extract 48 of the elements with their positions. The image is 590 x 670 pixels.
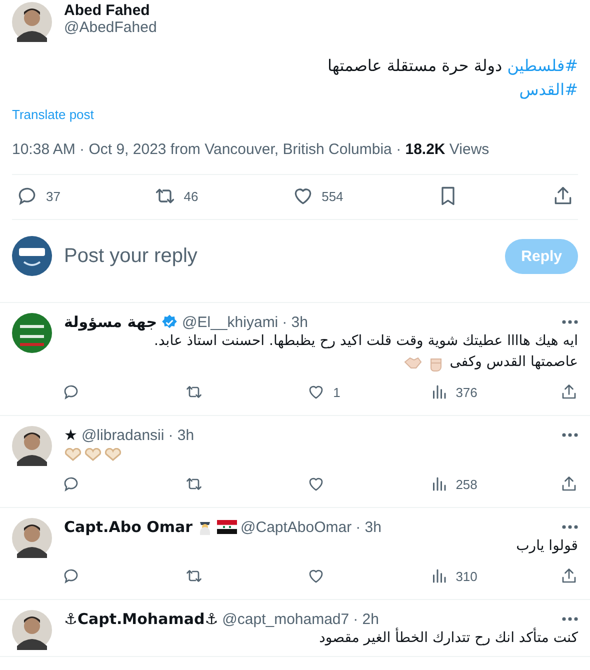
more-icon[interactable] [562,617,578,621]
heart-icon[interactable] [307,383,326,401]
heart-hands-icon [104,448,122,462]
author-name[interactable]: Capt.Abo Omar [64,518,193,536]
heart-icon[interactable] [307,567,326,585]
reply-text: كنت متأكد انك رح تتدارك الخطأ الغير مقصود [64,628,578,649]
post-text: دولة حرة مستقلة عاصمتها [328,56,504,75]
author-name[interactable]: جهة مسؤولة [64,313,158,331]
more-icon[interactable] [562,320,578,324]
post-meta: 10:38 AM · Oct 9, 2023 from Vancouver, British Columbia · 18.2K Views [12,141,578,175]
more-icon[interactable] [562,525,578,529]
author-name[interactable]: ★ [64,426,78,444]
heart-hands-icon [84,448,102,462]
repost-icon[interactable] [184,567,203,585]
post-time: · 3h [356,518,382,536]
heart-hands-icon [64,448,82,462]
post-time: · 3h [282,314,308,330]
reply-icon[interactable] [62,383,80,401]
author-handle[interactable]: @AbedFahed [64,19,157,36]
more-icon[interactable] [562,433,578,437]
reply-icon[interactable] [16,185,38,207]
share-icon[interactable] [560,475,578,493]
like-count: 1 [333,384,340,400]
repost-icon[interactable] [184,383,203,401]
reply-count: 37 [46,188,60,204]
repost-icon[interactable] [184,475,203,493]
repost-count: 46 [184,188,198,204]
reply-text: ايه هيك هاااا عطيتك شوية وقت قلت اكيد رح يظبطها. احسنت استاذ عابد. [153,332,578,351]
heart-icon[interactable] [307,475,326,493]
reply-icon[interactable] [62,475,80,493]
author-handle[interactable]: @CaptAboOmar [240,518,352,536]
post-time: · 2h [353,610,379,628]
author-handle[interactable]: @El__khiyami [182,314,278,330]
author-name[interactable]: ⚓Capt.Mohamad⚓ [64,610,218,628]
author-handle[interactable]: @capt_mohamad7 [222,610,350,628]
view-count: 376 [456,384,478,400]
view-count: 310 [456,568,478,584]
view-count: 258 [456,476,478,492]
reply-text: قولوا يارب [515,537,578,556]
author-handle[interactable]: @libradansii [81,426,164,444]
share-icon[interactable] [560,383,578,401]
reply-text: عاصمتها القدس وكفى [450,353,578,372]
reply-icon[interactable] [62,567,80,585]
like-count: 554 [322,188,344,204]
author-name[interactable]: Abed Fahed [64,2,157,19]
share-icon[interactable] [560,567,578,585]
post-time: · 3h [168,426,194,444]
flag-icon [216,520,237,534]
